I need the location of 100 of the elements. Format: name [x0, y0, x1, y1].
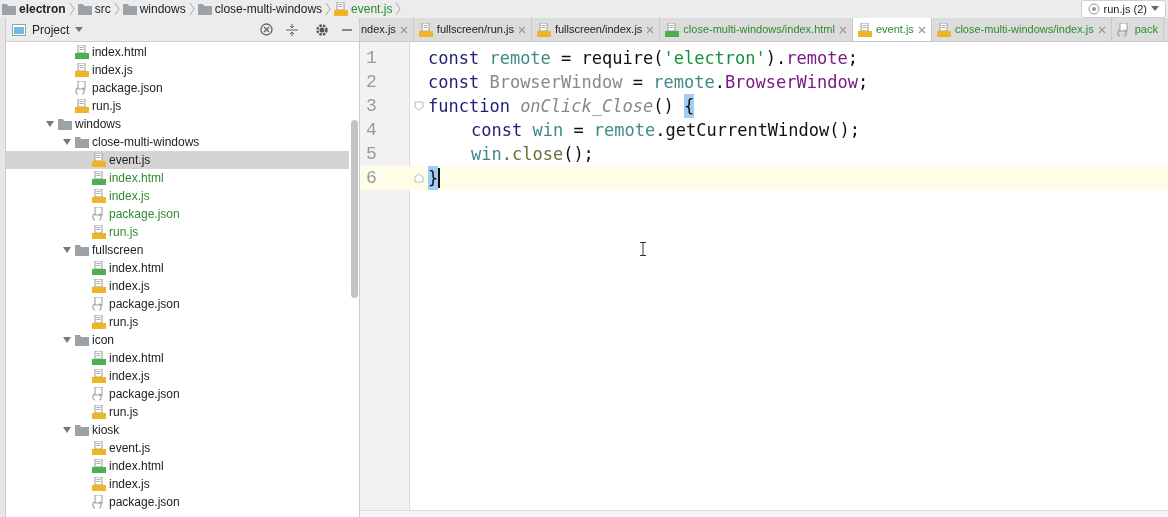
js-file-icon [75, 63, 89, 77]
tree-item[interactable]: package.json [6, 79, 349, 97]
tree-item[interactable]: index.html [6, 349, 349, 367]
code-line: const BrowserWindow = remote.BrowserWindow; [428, 71, 869, 94]
tree-item[interactable]: close-multi-windows [6, 133, 349, 151]
breadcrumb-item[interactable]: event.js [351, 0, 393, 18]
json-file-icon [92, 495, 106, 509]
run-config-dropdown[interactable]: run.js (2) [1080, 0, 1166, 18]
tree-item[interactable]: index.html [6, 43, 349, 61]
folder-icon [197, 2, 212, 16]
chevron-icon [325, 3, 332, 15]
line-number: 1 [365, 46, 378, 70]
json-file-icon [1116, 22, 1131, 37]
js-file-icon [92, 153, 106, 167]
code-line: const remote = require('electron').remote; [428, 47, 858, 70]
caret-icon[interactable] [75, 26, 84, 33]
html-file-icon [92, 261, 106, 275]
fold-marker-icon[interactable] [414, 173, 424, 183]
breadcrumb-item[interactable]: electron [19, 0, 66, 18]
folder-icon [75, 423, 89, 437]
close-icon[interactable] [646, 25, 655, 34]
close-icon[interactable] [838, 25, 847, 34]
js-file-icon [92, 189, 106, 203]
tree-item[interactable]: index.js [6, 475, 349, 493]
tree-item[interactable]: package.json [6, 205, 349, 223]
tree-item[interactable]: event.js [6, 151, 349, 169]
tree-item[interactable]: index.js [6, 187, 349, 205]
code-line: const win = remote.getCurrentWindow(); [470, 119, 860, 142]
caret-icon [1151, 6, 1159, 12]
breadcrumb-item[interactable]: close-multi-windows [214, 0, 323, 18]
close-icon[interactable] [1097, 25, 1106, 34]
text-caret [438, 168, 441, 188]
close-icon[interactable] [399, 25, 408, 34]
tree-item[interactable]: fullscreen [6, 241, 349, 259]
chevron-icon [113, 3, 120, 15]
fold-marker-icon[interactable] [414, 101, 424, 111]
chevron-icon [68, 3, 75, 15]
tree-item[interactable]: index.html [6, 457, 349, 475]
html-file-icon [75, 45, 89, 59]
js-file-icon [92, 279, 106, 293]
line-number: 3 [365, 94, 378, 118]
close-icon[interactable] [917, 25, 926, 34]
tree-item[interactable]: index.js [6, 61, 349, 79]
js-file-icon [92, 225, 106, 239]
expanded-arrow-icon[interactable] [62, 245, 72, 255]
js-file-icon [418, 22, 433, 37]
js-file-icon [75, 99, 89, 113]
tree-item[interactable]: index.js [6, 277, 349, 295]
line-number: 5 [365, 142, 378, 166]
tree-item[interactable]: run.js [6, 403, 349, 421]
panel-icon [12, 23, 26, 36]
html-file-icon [92, 459, 106, 473]
text-cursor-icon [640, 242, 646, 256]
folder-icon [77, 2, 92, 16]
json-file-icon [92, 297, 106, 311]
breadcrumb-item[interactable]: windows [139, 0, 186, 18]
js-file-icon [536, 22, 551, 37]
folder-icon [2, 2, 16, 16]
js-file-icon [92, 405, 106, 419]
json-file-icon [92, 387, 106, 401]
chevron-icon [395, 3, 402, 15]
breadcrumb-item[interactable]: src [94, 0, 111, 18]
panel-title[interactable]: Project [32, 20, 70, 39]
tree-item[interactable]: index.html [6, 259, 349, 277]
folder-icon [75, 135, 89, 149]
tree-item[interactable]: package.json [6, 493, 349, 511]
tree-item[interactable]: package.json [6, 385, 349, 403]
tree-item[interactable]: index.html [6, 169, 349, 187]
folder-icon [75, 333, 89, 347]
expanded-arrow-icon[interactable] [62, 137, 72, 147]
tree-item[interactable]: package.json [6, 295, 349, 313]
html-file-icon [665, 22, 680, 37]
tree-item[interactable]: run.js [6, 97, 349, 115]
json-file-icon [92, 207, 106, 221]
js-file-icon [92, 369, 106, 383]
line-number: 6 [365, 166, 378, 190]
editor-tab[interactable]: ndex.js [360, 18, 414, 41]
json-file-icon [75, 81, 89, 95]
js-file-icon [334, 2, 349, 16]
tree-item[interactable]: windows [6, 115, 349, 133]
folder-icon [58, 117, 72, 131]
tree-item[interactable]: event.js [6, 439, 349, 457]
code-line: win.close(); [470, 143, 594, 166]
close-icon[interactable] [517, 25, 526, 34]
collapse-icon[interactable] [285, 22, 299, 37]
tree-item[interactable]: run.js [6, 313, 349, 331]
code-line: function onClick_Close() { [428, 94, 695, 118]
locate-icon[interactable] [260, 23, 273, 36]
tree-item[interactable]: run.js [6, 223, 349, 241]
expanded-arrow-icon[interactable] [62, 425, 72, 435]
scrollbar-thumb[interactable] [350, 120, 358, 298]
expanded-arrow-icon[interactable] [45, 119, 55, 129]
expanded-arrow-icon[interactable] [62, 335, 72, 345]
folder-icon [122, 2, 137, 16]
settings-icon[interactable] [315, 22, 329, 37]
tree-item[interactable]: icon [6, 331, 349, 349]
tree-item[interactable]: index.js [6, 367, 349, 385]
tree-item[interactable]: kiosk [6, 421, 349, 439]
editor-tab[interactable]: event.js [852, 18, 932, 41]
folder-icon [75, 243, 89, 257]
